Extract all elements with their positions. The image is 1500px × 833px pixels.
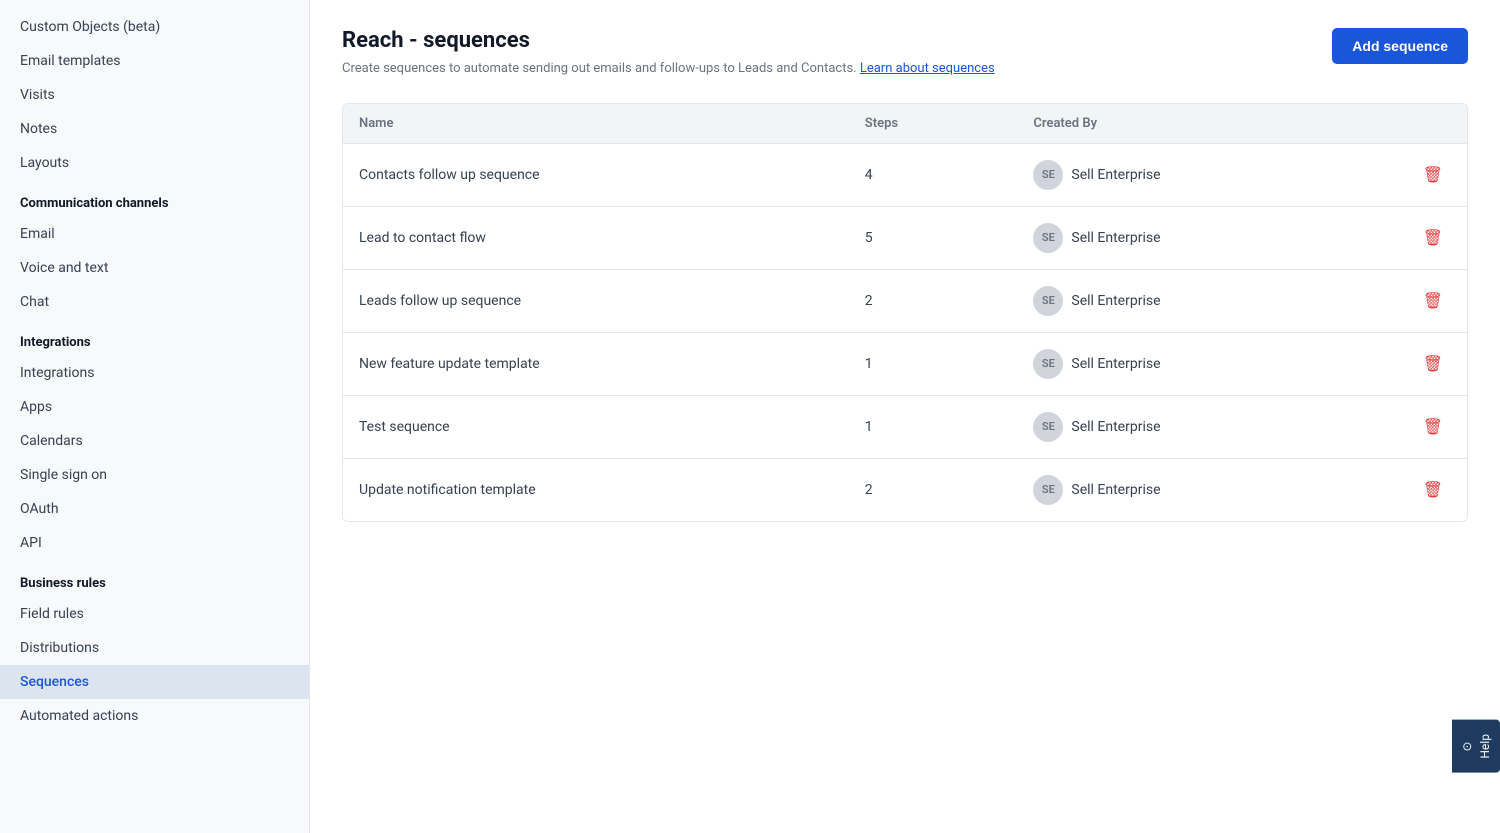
sidebar-item-oauth[interactable]: OAuth (0, 492, 309, 526)
delete-row-button[interactable]: 🗑 (1415, 413, 1451, 441)
delete-row-button[interactable]: 🗑 (1415, 287, 1451, 315)
page-title: Reach - sequences (342, 28, 995, 53)
table-header: Name Steps Created By (343, 104, 1467, 144)
help-icon: ⊙ (1460, 742, 1474, 752)
table-row: Contacts follow up sequence 4 SE Sell En… (343, 143, 1467, 206)
delete-row-button[interactable]: 🗑 (1415, 476, 1451, 504)
avatar: SE (1033, 223, 1063, 253)
sidebar-item-apps[interactable]: Apps (0, 390, 309, 424)
sidebar-item-chat[interactable]: Chat (0, 285, 309, 319)
cell-name: Contacts follow up sequence (343, 143, 849, 206)
sidebar-item-distributions[interactable]: Distributions (0, 631, 309, 665)
cell-action: 🗑 (1355, 206, 1467, 269)
sidebar: Custom Objects (beta)Email templatesVisi… (0, 0, 310, 833)
created-by-name: Sell Enterprise (1071, 167, 1160, 183)
avatar: SE (1033, 349, 1063, 379)
sidebar-item-single-sign-on[interactable]: Single sign on (0, 458, 309, 492)
cell-name: Leads follow up sequence (343, 269, 849, 332)
sidebar-item-custom-objects[interactable]: Custom Objects (beta) (0, 10, 309, 44)
sidebar-item-layouts[interactable]: Layouts (0, 146, 309, 180)
table-row: Test sequence 1 SE Sell Enterprise 🗑 (343, 395, 1467, 458)
cell-created-by: SE Sell Enterprise (1017, 206, 1354, 269)
sidebar-item-automated-actions[interactable]: Automated actions (0, 699, 309, 733)
avatar: SE (1033, 412, 1063, 442)
sequences-table-container: Name Steps Created By Contacts follow up… (342, 103, 1468, 522)
created-by-name: Sell Enterprise (1071, 419, 1160, 435)
sidebar-item-email[interactable]: Email (0, 217, 309, 251)
created-by-name: Sell Enterprise (1071, 230, 1160, 246)
cell-action: 🗑 (1355, 332, 1467, 395)
cell-steps: 4 (849, 143, 1018, 206)
sequences-table: Name Steps Created By Contacts follow up… (343, 104, 1467, 521)
sidebar-item-calendars[interactable]: Calendars (0, 424, 309, 458)
cell-created-by: SE Sell Enterprise (1017, 269, 1354, 332)
page-header-text: Reach - sequences Create sequences to au… (342, 28, 995, 79)
table-row: Update notification template 2 SE Sell E… (343, 458, 1467, 521)
cell-created-by: SE Sell Enterprise (1017, 143, 1354, 206)
cell-action: 🗑 (1355, 143, 1467, 206)
avatar: SE (1033, 160, 1063, 190)
created-by-name: Sell Enterprise (1071, 482, 1160, 498)
delete-row-button[interactable]: 🗑 (1415, 161, 1451, 189)
delete-row-button[interactable]: 🗑 (1415, 224, 1451, 252)
created-by-name: Sell Enterprise (1071, 356, 1160, 372)
cell-steps: 5 (849, 206, 1018, 269)
cell-action: 🗑 (1355, 269, 1467, 332)
avatar: SE (1033, 475, 1063, 505)
sidebar-section-header-integrations: Integrations (0, 319, 309, 356)
cell-name: Update notification template (343, 458, 849, 521)
table-row: Leads follow up sequence 2 SE Sell Enter… (343, 269, 1467, 332)
sidebar-item-field-rules[interactable]: Field rules (0, 597, 309, 631)
sidebar-item-email-templates[interactable]: Email templates (0, 44, 309, 78)
table-row: Lead to contact flow 5 SE Sell Enterpris… (343, 206, 1467, 269)
cell-name: Test sequence (343, 395, 849, 458)
page-header: Reach - sequences Create sequences to au… (342, 28, 1468, 79)
cell-steps: 1 (849, 395, 1018, 458)
sidebar-item-integrations[interactable]: Integrations (0, 356, 309, 390)
column-header-name: Name (343, 104, 849, 144)
cell-name: Lead to contact flow (343, 206, 849, 269)
column-header-action (1355, 104, 1467, 144)
cell-steps: 2 (849, 269, 1018, 332)
sidebar-item-notes[interactable]: Notes (0, 112, 309, 146)
sidebar-item-voice-and-text[interactable]: Voice and text (0, 251, 309, 285)
cell-created-by: SE Sell Enterprise (1017, 332, 1354, 395)
page-subtitle: Create sequences to automate sending out… (342, 59, 995, 79)
sidebar-section-header-business-rules: Business rules (0, 560, 309, 597)
help-label: Help (1478, 734, 1492, 759)
cell-action: 🗑 (1355, 458, 1467, 521)
column-header-created-by: Created By (1017, 104, 1354, 144)
sidebar-section-header-communication-channels: Communication channels (0, 180, 309, 217)
column-header-steps: Steps (849, 104, 1018, 144)
learn-about-sequences-link[interactable]: Learn about sequences (860, 61, 995, 76)
created-by-name: Sell Enterprise (1071, 293, 1160, 309)
avatar: SE (1033, 286, 1063, 316)
sidebar-item-visits[interactable]: Visits (0, 78, 309, 112)
cell-steps: 2 (849, 458, 1018, 521)
cell-action: 🗑 (1355, 395, 1467, 458)
add-sequence-button[interactable]: Add sequence (1332, 28, 1468, 64)
help-button[interactable]: ⊙ Help (1452, 720, 1500, 773)
cell-steps: 1 (849, 332, 1018, 395)
table-row: New feature update template 1 SE Sell En… (343, 332, 1467, 395)
table-body: Contacts follow up sequence 4 SE Sell En… (343, 143, 1467, 521)
cell-created-by: SE Sell Enterprise (1017, 458, 1354, 521)
cell-created-by: SE Sell Enterprise (1017, 395, 1354, 458)
main-content: Reach - sequences Create sequences to au… (310, 0, 1500, 833)
delete-row-button[interactable]: 🗑 (1415, 350, 1451, 378)
cell-name: New feature update template (343, 332, 849, 395)
sidebar-item-sequences[interactable]: Sequences (0, 665, 309, 699)
sidebar-item-api[interactable]: API (0, 526, 309, 560)
